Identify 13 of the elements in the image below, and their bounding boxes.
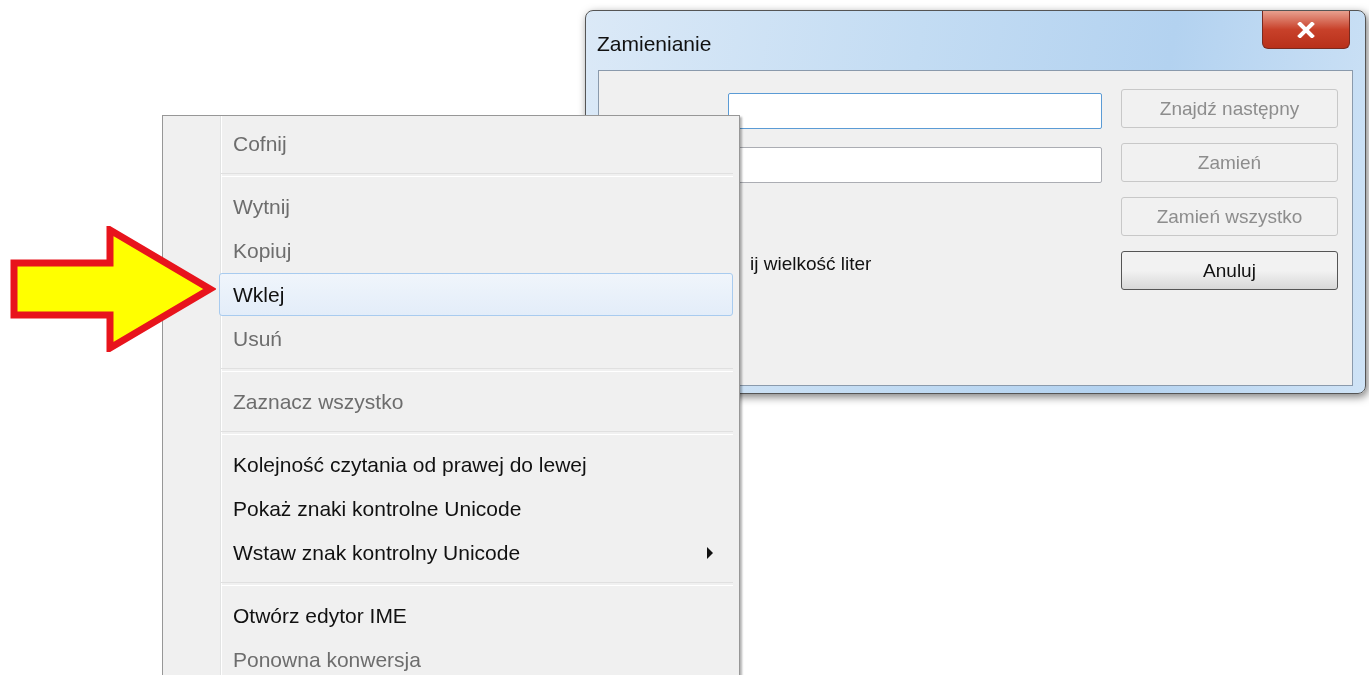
menu-item[interactable]: Pokaż znaki kontrolne Unicode bbox=[219, 487, 733, 530]
menu-item[interactable]: Wstaw znak kontrolny Unicode bbox=[219, 531, 733, 574]
dialog-button[interactable]: Anuluj bbox=[1121, 251, 1338, 290]
arrow-icon bbox=[10, 226, 216, 352]
menu-item[interactable]: Kolejność czytania od prawej do lewej bbox=[219, 443, 733, 486]
find-field[interactable] bbox=[728, 93, 1102, 129]
close-icon bbox=[1297, 21, 1315, 38]
menu-item[interactable]: Otwórz edytor IME bbox=[219, 594, 733, 637]
submenu-arrow-icon bbox=[706, 546, 714, 559]
window-title: Zamienianie bbox=[597, 32, 712, 56]
menu-item[interactable]: Wklej bbox=[219, 273, 733, 316]
close-button[interactable] bbox=[1262, 11, 1350, 49]
checkbox-label: ij wielkość liter bbox=[750, 253, 873, 275]
